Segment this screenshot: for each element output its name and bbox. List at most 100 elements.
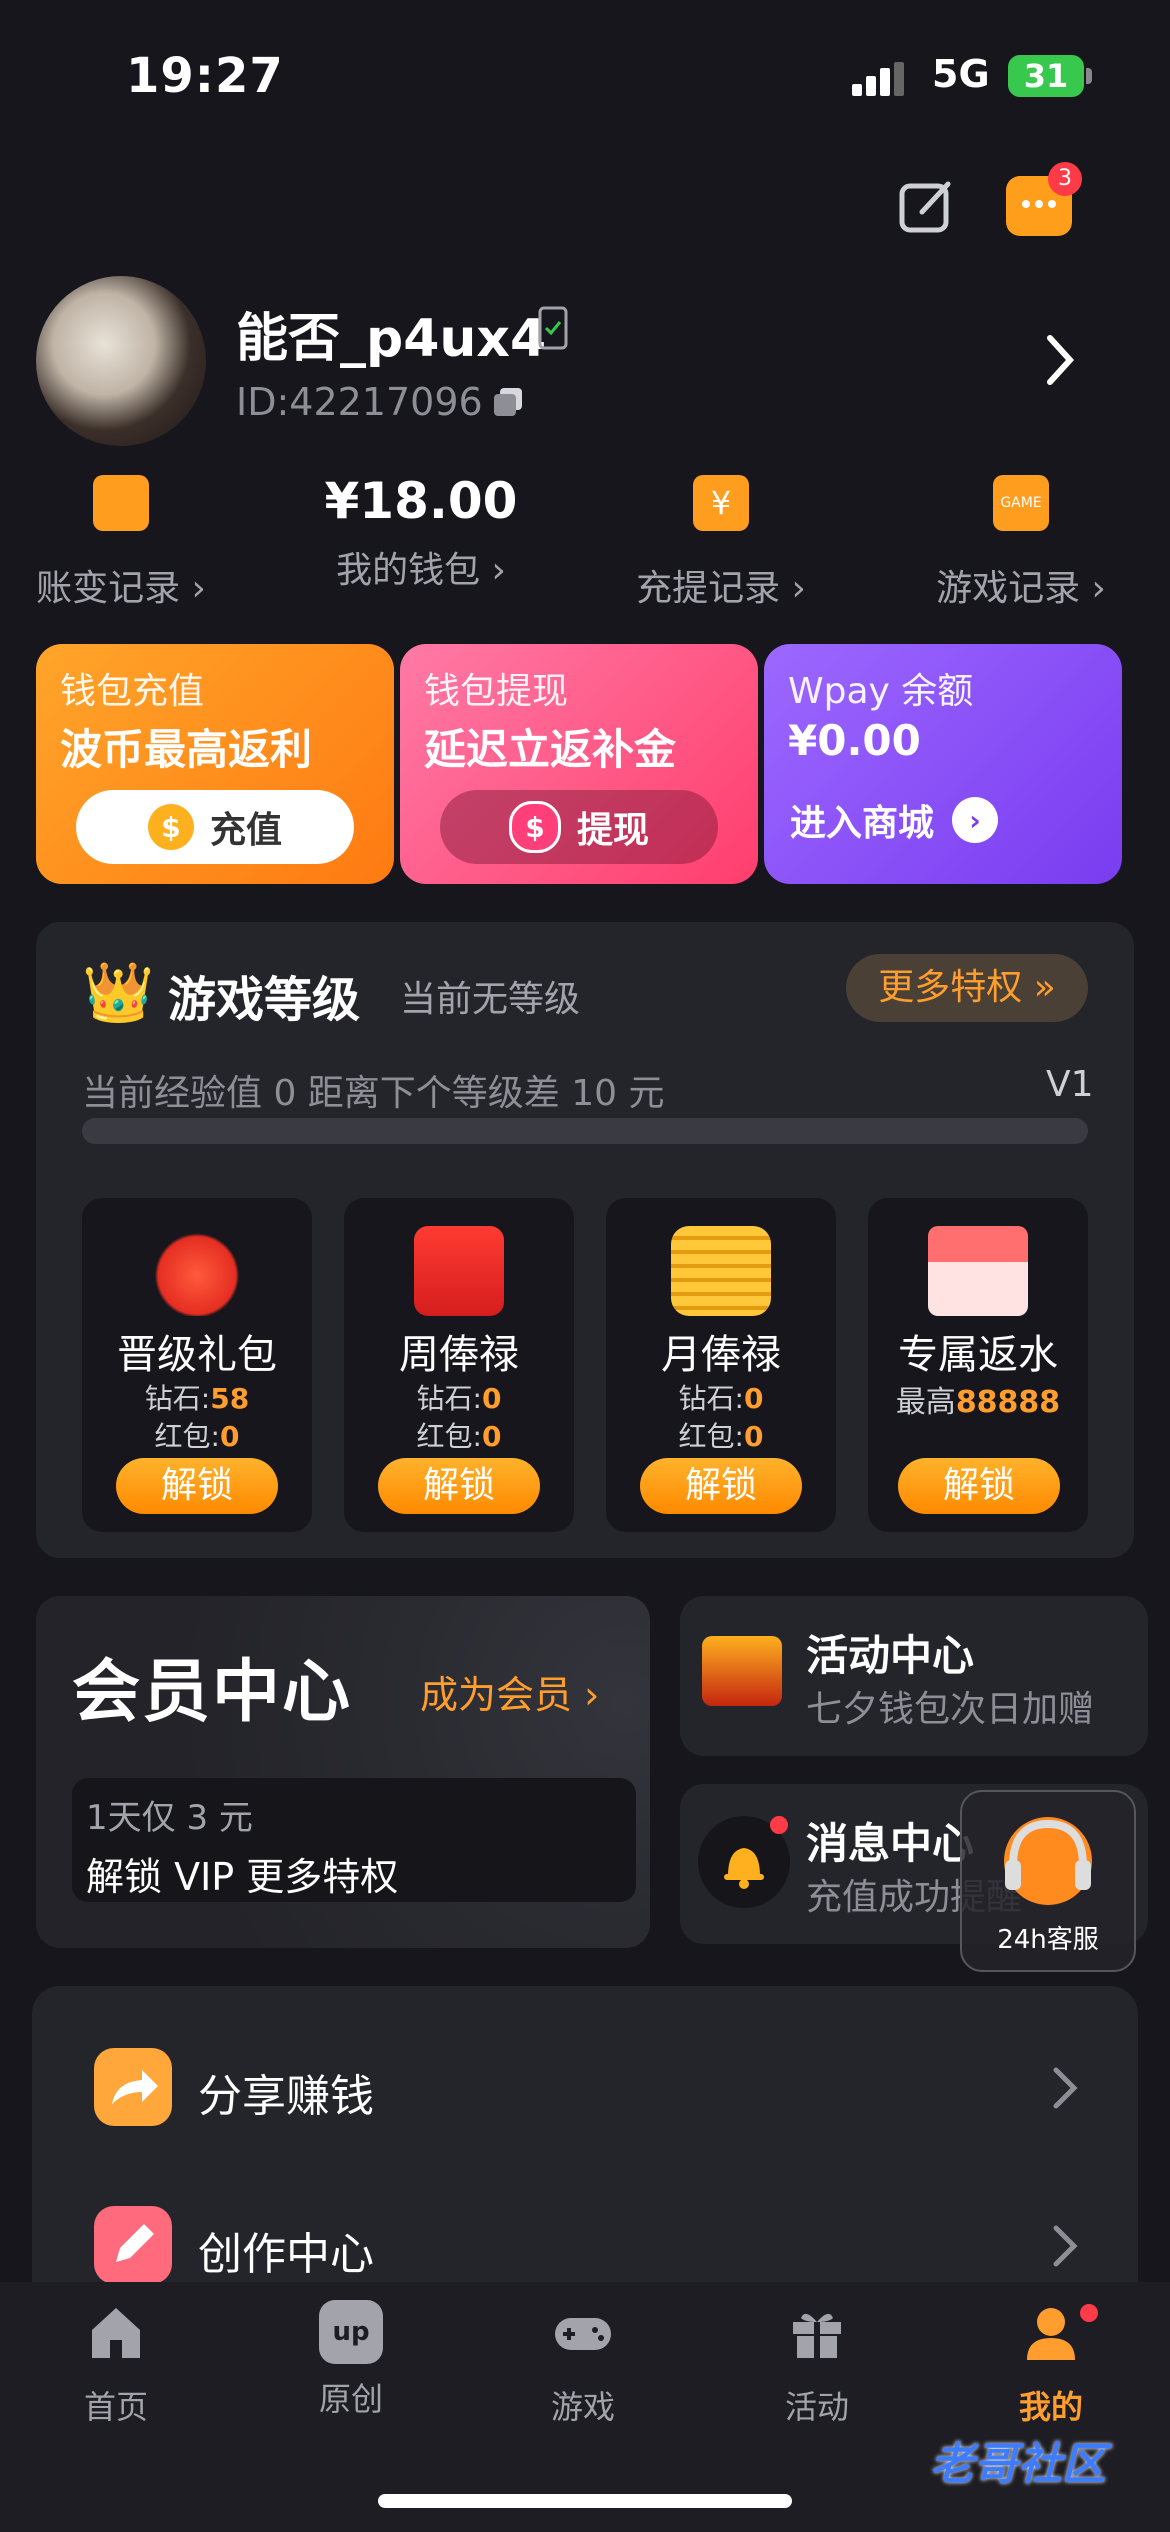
crown-icon: 👑 [82,958,155,1026]
chevron-right-icon[interactable] [1040,330,1080,390]
tab-label: 原创 [318,2380,383,2418]
gamepad-icon [555,2318,611,2350]
card-headline: 波币最高返利 [60,725,313,774]
unlock-button[interactable]: 解锁 [898,1458,1060,1514]
customer-service-button[interactable]: 24h客服 [960,1790,1136,1972]
recharge-card[interactable]: 钱包充值 波币最高返利 $ 充值 [36,644,394,884]
perk-line: 红包:0 [154,1420,240,1453]
perk-name: 专属返水 [898,1332,1058,1378]
treasure-chest-icon [702,1636,782,1706]
enter-mall-link[interactable]: 进入商城 › [790,794,999,846]
withdraw-card[interactable]: 钱包提现 延迟立返补金 $ 提现 [400,644,758,884]
quick-wallet[interactable]: ¥18.00 我的钱包 › [306,472,536,593]
more-privileges-button[interactable]: 更多特权 » [846,954,1088,1022]
enter-mall-label: 进入商城 [790,803,935,844]
perk-line: 最高88888 [895,1385,1061,1420]
quick-transactions[interactable]: 账变记录 › [6,475,236,611]
perk-card[interactable]: 晋级礼包 钻石:58 红包:0 解锁 [82,1198,312,1532]
yuan-clipboard-icon: ¥ [693,475,749,531]
member-title: 会员中心 [72,1653,353,1732]
game-phone-icon: GAME [993,475,1049,531]
battery-indicator: 31 [1008,55,1084,97]
wallet-balance: ¥18.00 [324,472,518,530]
unlock-button[interactable]: 解锁 [378,1458,540,1514]
message-badge: 3 [1048,162,1082,196]
customer-service-label: 24h客服 [997,1925,1099,1955]
perk-card[interactable]: 周俸禄 钻石:0 红包:0 解锁 [344,1198,574,1532]
tab-home[interactable]: 首页 [41,2300,191,2428]
status-time: 19:27 [126,48,284,104]
perk-card[interactable]: 专属返水 最高88888 解锁 [868,1198,1088,1532]
wpay-balance: ¥0.00 [788,716,921,765]
withdraw-button[interactable]: $ 提现 [440,790,718,864]
recharge-button-label: 充值 [209,810,282,851]
signal-icon [852,62,904,96]
perk-line: 钻石:0 [416,1382,502,1415]
home-icon [92,2308,140,2358]
tab-label: 我的 [1018,2388,1083,2426]
level-progress-bar [82,1118,1088,1144]
quick-game-records[interactable]: GAME 游戏记录 › [906,475,1136,611]
quick-label: 充提记录 › [636,568,806,609]
perk-line: 钻石:58 [144,1382,250,1415]
tab-label: 首页 [83,2388,148,2426]
pencil-icon [94,2206,172,2284]
level-title: 游戏等级 [168,972,361,1028]
username: 能否_p4ux4 [236,309,547,369]
chevron-right-icon[interactable] [1050,2064,1080,2112]
perk-line: 红包:0 [678,1420,764,1453]
member-offer-text: 解锁 VIP 更多特权 [86,1855,399,1899]
member-offer-price: 1天仅 3 元 [86,1798,253,1838]
message-title: 消息中心 [806,1819,975,1868]
menu-item-creator-center[interactable]: 创作中心 [198,2218,374,2282]
level-current: 当前无等级 [400,979,581,1020]
activity-title: 活动中心 [806,1631,975,1680]
treasure-box-icon [928,1226,1028,1316]
menu-item-share-earn[interactable]: 分享赚钱 [198,2060,374,2124]
up-icon: up [319,2300,383,2364]
unread-dot [770,1816,788,1834]
card-title: 钱包提现 [424,671,569,712]
next-level: V1 [1046,1064,1094,1105]
chevron-right-icon[interactable] [1050,2222,1080,2270]
perk-card[interactable]: 月俸禄 钻石:0 红包:0 解锁 [606,1198,836,1532]
red-envelope-icon [414,1226,504,1316]
gift-icon [793,2313,841,2358]
tab-mine[interactable]: 我的 [976,2300,1126,2428]
wpay-card[interactable]: Wpay 余额 ¥0.00 进入商城 › [764,644,1122,884]
card-headline: 延迟立返补金 [424,725,677,774]
headset-icon [1004,1817,1092,1905]
perk-line: 红包:0 [416,1420,502,1453]
perk-name: 晋级礼包 [117,1332,277,1378]
tab-original[interactable]: up 原创 [276,2300,426,2420]
perk-name: 月俸禄 [661,1332,781,1378]
tab-label: 游戏 [550,2388,615,2426]
avatar[interactable] [36,276,206,446]
share-icon [94,2048,172,2126]
activity-subtitle: 七夕钱包次日加赠 [806,1689,1095,1730]
unlock-button[interactable]: 解锁 [640,1458,802,1514]
notification-dot [1080,2304,1098,2322]
ledger-icon [93,475,149,531]
tab-label: 活动 [784,2388,849,2426]
coin-stack-icon [671,1226,771,1316]
copy-icon[interactable] [492,386,524,418]
coin-icon: $ [147,804,194,850]
quick-deposit-records[interactable]: ¥ 充提记录 › [606,475,836,611]
exp-text: 当前经验值 0 距离下个等级差 10 元 [82,1073,665,1114]
recharge-button[interactable]: $ 充值 [76,790,354,864]
edit-icon[interactable] [896,176,956,236]
watermark-logo: 老哥社区 [930,2439,1106,2490]
quick-label: 账变记录 › [36,568,206,609]
tab-games[interactable]: 游戏 [508,2300,658,2428]
perk-line: 钻石:0 [678,1382,764,1415]
tab-activities[interactable]: 活动 [742,2300,892,2428]
activity-center-card[interactable]: 活动中心 七夕钱包次日加赠 [680,1596,1148,1756]
become-member-link[interactable]: 成为会员 › [420,1664,599,1719]
user-id: ID:42217096 [236,380,483,424]
unlock-button[interactable]: 解锁 [116,1458,278,1514]
card-title: 钱包充值 [60,671,205,712]
withdraw-button-label: 提现 [576,810,649,851]
home-indicator [378,2494,792,2508]
perk-name: 周俸禄 [399,1332,519,1378]
